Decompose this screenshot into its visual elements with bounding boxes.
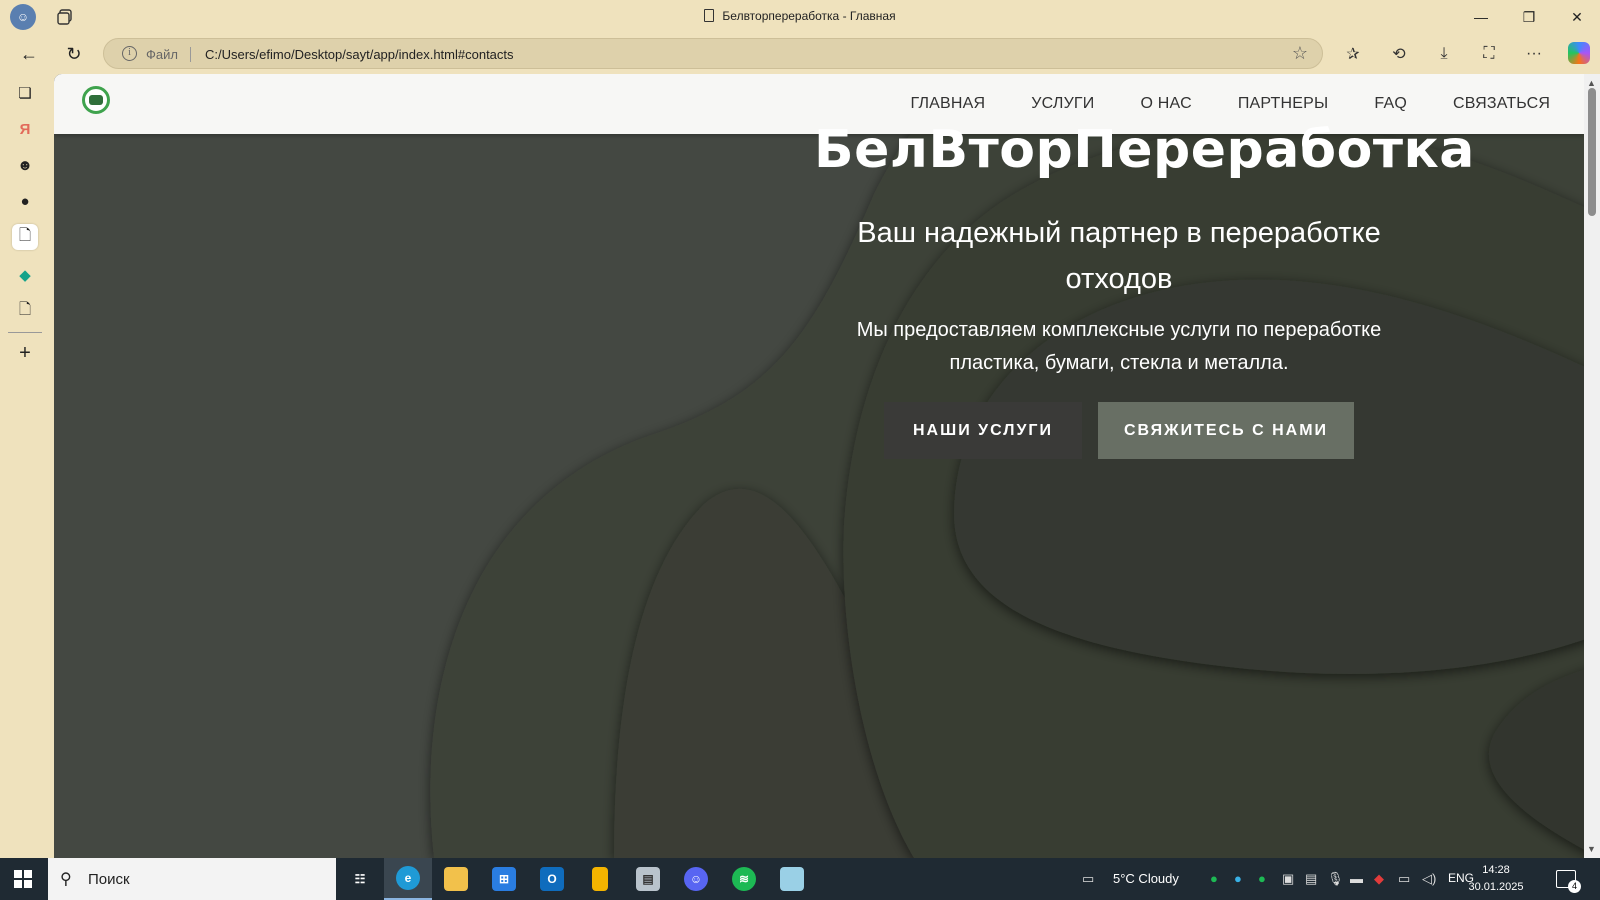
- weather-text[interactable]: 5°C Cloudy: [1113, 871, 1179, 886]
- clock-time: 14:28: [1482, 864, 1510, 876]
- nav-faq[interactable]: FAQ: [1374, 95, 1407, 113]
- document-tab-icon[interactable]: 🗋: [12, 298, 38, 324]
- file-tab-icon[interactable]: 🗋: [12, 224, 38, 250]
- download-icon[interactable]: ⤓: [1432, 42, 1456, 66]
- outlook-icon[interactable]: O: [528, 858, 576, 900]
- microphone-icon[interactable]: 🎙: [1327, 871, 1344, 887]
- system-app-icon[interactable]: ▤: [624, 858, 672, 900]
- web-viewport: ГЛАВНАЯ УСЛУГИ О НАС ПАРТНЕРЫ FAQ СВЯЗАТ…: [54, 74, 1600, 858]
- battery-icon[interactable]: ▬: [1350, 871, 1363, 886]
- document-icon: [704, 9, 715, 22]
- copilot-bot-icon[interactable]: ☻: [12, 152, 38, 178]
- restore-button[interactable]: ❐: [1518, 6, 1540, 28]
- contact-us-button[interactable]: СВЯЖИТЕСЬ С НАМИ: [1098, 402, 1354, 459]
- tray-app-icon[interactable]: ●: [1210, 871, 1218, 886]
- tray-status-icon[interactable]: ●: [1234, 871, 1242, 886]
- hero-title: БелВторПереработка: [814, 120, 1475, 180]
- add-icon[interactable]: +: [12, 340, 38, 366]
- nav-services[interactable]: УСЛУГИ: [1031, 95, 1094, 113]
- tray-display-icon[interactable]: ▤: [1305, 871, 1317, 887]
- weather-icon[interactable]: ▭: [1082, 871, 1094, 887]
- ms-store-icon[interactable]: ⊞: [480, 858, 528, 900]
- close-button[interactable]: ✕: [1566, 6, 1588, 28]
- notification-count: 4: [1568, 880, 1581, 893]
- page-scrollbar[interactable]: ▲ ▼: [1584, 74, 1600, 858]
- hero-description: Мы предоставляем комплексные услуги по п…: [856, 319, 1382, 374]
- our-services-button[interactable]: НАШИ УСЛУГИ: [884, 402, 1082, 459]
- edge-taskbar-icon[interactable]: e: [384, 858, 432, 900]
- info-icon[interactable]: i: [122, 46, 137, 61]
- tab-panel-icon[interactable]: ❏: [12, 80, 38, 106]
- scheme-label: Файл: [146, 47, 178, 62]
- clock[interactable]: 14:28 30.01.2025: [1456, 862, 1536, 896]
- hero-section: БелВторПереработка Ваш надежный партнер …: [814, 118, 1475, 459]
- security-shield-icon[interactable]: ◆: [1374, 871, 1384, 887]
- yandex-icon[interactable]: Я: [12, 116, 38, 142]
- nav-partners[interactable]: ПАРТНЕРЫ: [1238, 95, 1329, 113]
- scroll-up-icon[interactable]: ▲: [1587, 78, 1596, 88]
- file-explorer-icon[interactable]: [432, 858, 480, 900]
- scroll-down-icon[interactable]: ▼: [1587, 844, 1596, 854]
- tray-spotify-icon[interactable]: ●: [1258, 871, 1266, 886]
- spotify-icon[interactable]: ≋: [720, 858, 768, 900]
- screenshot-icon[interactable]: ⛶: [1477, 42, 1501, 66]
- favorites-icon[interactable]: ✰: [1341, 42, 1365, 66]
- url-text[interactable]: C:/Users/efimo/Desktop/sayt/app/index.ht…: [205, 47, 514, 62]
- recycle-truck-icon: [89, 95, 103, 105]
- nav-contact[interactable]: СВЯЗАТЬСЯ: [1453, 95, 1584, 113]
- keep-notes-icon[interactable]: [576, 858, 624, 900]
- favorite-star-icon[interactable]: ☆: [1292, 43, 1308, 64]
- notification-icon[interactable]: 4: [1556, 870, 1581, 893]
- sidebar-divider: [8, 332, 42, 333]
- network-icon[interactable]: ▭: [1398, 871, 1410, 887]
- taskbar-search[interactable]: ⚲ Поиск: [48, 858, 336, 900]
- browser-title-bar: ☺ Белвторпереработка - Главная — ❐ ✕: [0, 0, 1600, 34]
- history-icon[interactable]: ⟲: [1387, 42, 1411, 66]
- browser-sidebar: ❏ Я ☻ ● 🗋 ◆ 🗋 +: [0, 74, 50, 858]
- minimize-button[interactable]: —: [1470, 6, 1492, 28]
- site-logo[interactable]: [82, 86, 110, 114]
- discord-icon[interactable]: ☺: [672, 858, 720, 900]
- taskbar: ⚲ Поиск ☷ e ⊞ O ▤ ☺ ≋ ▭ 5°C Cloudy ● ● ●…: [0, 858, 1600, 900]
- browser-toolbar: ← ↻ i Файл C:/Users/efimo/Desktop/sayt/a…: [0, 34, 1600, 74]
- back-arrow-icon[interactable]: ←: [17, 42, 41, 66]
- hero-subtitle: Ваш надежный партнер в переработке отход…: [857, 217, 1381, 295]
- diamond-app-icon[interactable]: ◆: [12, 262, 38, 288]
- clock-date: 30.01.2025: [1468, 881, 1524, 893]
- copilot-icon[interactable]: [1568, 42, 1590, 64]
- notepad-icon[interactable]: [768, 858, 816, 900]
- hero-buttons: НАШИ УСЛУГИ СВЯЖИТЕСЬ С НАМИ: [814, 402, 1424, 459]
- nav-about[interactable]: О НАС: [1141, 95, 1192, 113]
- volume-icon[interactable]: ◁): [1422, 871, 1436, 887]
- reload-icon[interactable]: ↻: [62, 42, 86, 66]
- tray-camera-icon[interactable]: ▣: [1282, 871, 1294, 887]
- address-separator: [190, 47, 191, 62]
- more-options-icon[interactable]: ···: [1522, 42, 1546, 66]
- task-view-icon[interactable]: ☷: [336, 858, 384, 900]
- window-title: Белвторпереработка - Главная: [0, 9, 1600, 23]
- scrollbar-thumb[interactable]: [1588, 88, 1596, 216]
- address-bar[interactable]: i Файл C:/Users/efimo/Desktop/sayt/app/i…: [103, 38, 1323, 69]
- windows-start-icon[interactable]: [14, 870, 32, 888]
- github-icon[interactable]: ●: [12, 188, 38, 214]
- nav-home[interactable]: ГЛАВНАЯ: [910, 95, 985, 113]
- search-icon: ⚲: [60, 871, 72, 888]
- search-placeholder: Поиск: [88, 871, 130, 888]
